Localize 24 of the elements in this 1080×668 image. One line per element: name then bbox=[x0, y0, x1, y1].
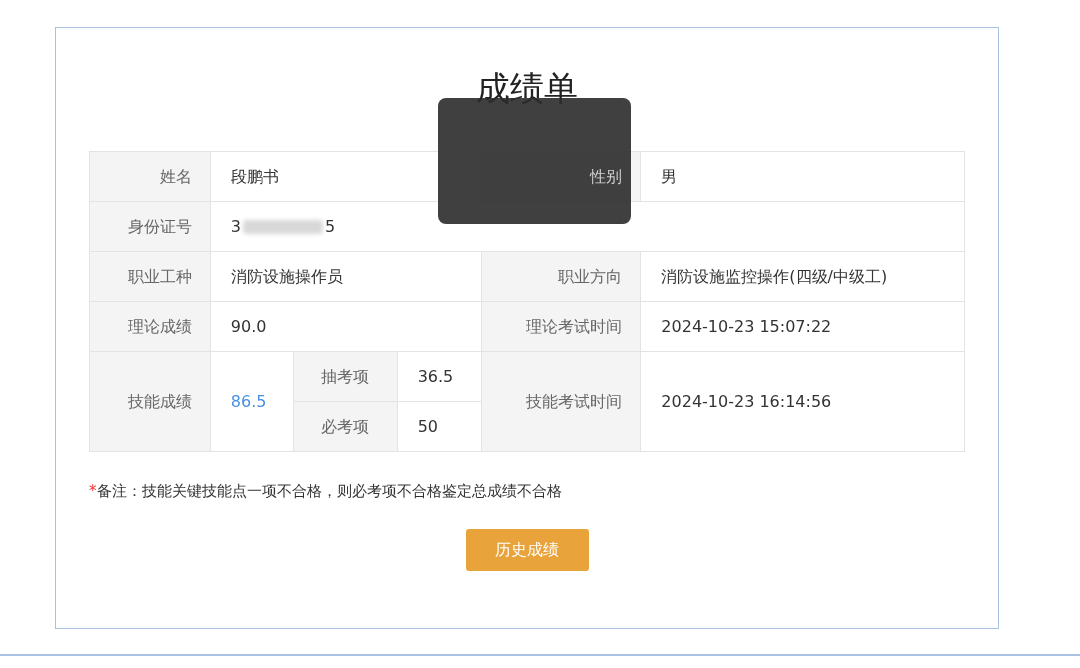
field-label: 职业工种 bbox=[89, 251, 211, 302]
field-value: 2024-10-23 16:14:56 bbox=[640, 351, 965, 452]
skill-total-score: 86.5 bbox=[210, 351, 294, 452]
note-text: *备注：技能关键技能点一项不合格，则必考项不合格鉴定总成绩不合格 bbox=[89, 481, 563, 502]
field-value: 90.0 bbox=[210, 301, 482, 352]
report-title: 成绩单 bbox=[476, 67, 578, 110]
field-value: 男 bbox=[640, 151, 965, 202]
id-number-end: 5 bbox=[325, 215, 336, 238]
field-value: 消防设施监控操作(四级/中级工) bbox=[640, 251, 965, 302]
id-number-start: 3 bbox=[230, 215, 242, 238]
field-label: 理论成绩 bbox=[89, 301, 211, 352]
history-button[interactable]: 历史成绩 bbox=[465, 528, 589, 571]
field-label: 性别 bbox=[590, 166, 623, 186]
field-label: 身份证号 bbox=[89, 201, 211, 252]
field-label: 技能考试时间 bbox=[481, 351, 641, 452]
field-label: 姓名 bbox=[89, 151, 211, 202]
field-value: 36.5 bbox=[397, 351, 482, 402]
field-label: 理论考试时间 bbox=[481, 301, 641, 352]
field-label: 必考项 bbox=[293, 401, 398, 452]
field-label: 职业方向 bbox=[481, 251, 641, 302]
field-value: 消防设施操作员 bbox=[210, 251, 482, 302]
field-value: 2024-10-23 15:07:22 bbox=[640, 301, 965, 352]
field-label: 抽考项 bbox=[293, 351, 398, 402]
field-label: 技能成绩 bbox=[89, 351, 211, 452]
